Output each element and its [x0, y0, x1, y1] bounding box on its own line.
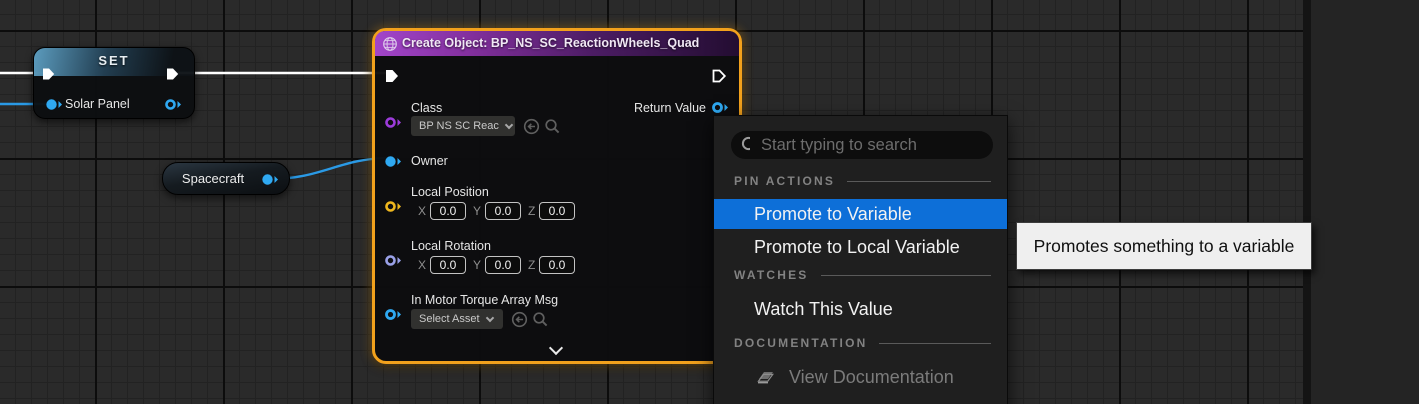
spacecraft-node-title: Spacecraft: [163, 171, 263, 186]
return-value-pin-label: Return Value: [634, 101, 706, 115]
axis-x-label: X: [418, 258, 426, 272]
exec-output-pin[interactable]: [165, 67, 180, 81]
menu-item-promote-to-variable[interactable]: Promote to Variable: [714, 199, 1007, 229]
motor-torque-msg-input-pin[interactable]: [384, 308, 402, 321]
tooltip: Promotes something to a variable: [1016, 222, 1312, 270]
section-header: PIN ACTIONS: [734, 174, 835, 188]
select-asset-dropdown[interactable]: Select Asset: [411, 309, 503, 329]
menu-search-box[interactable]: [731, 131, 993, 159]
position-y-field[interactable]: [485, 202, 521, 220]
section-pin-actions: PIN ACTIONS: [734, 174, 991, 188]
exec-input-pin[interactable]: [384, 68, 400, 84]
class-select-dropdown[interactable]: BP NS SC Reac: [411, 116, 515, 136]
solar-panel-pin-label: Solar Panel: [65, 97, 130, 111]
browse-asset-icon[interactable]: [532, 311, 549, 328]
axis-y-label: Y: [473, 204, 481, 218]
book-icon: [754, 368, 776, 386]
globe-icon: [382, 36, 398, 52]
local-position-pin-label: Local Position: [411, 185, 489, 199]
motor-torque-msg-pin-label: In Motor Torque Array Msg: [411, 293, 558, 307]
menu-item-label: View Documentation: [789, 367, 954, 388]
axis-x-label: X: [418, 204, 426, 218]
blueprint-editor: SET Solar Panel Spacecraft Create Object…: [0, 0, 1419, 404]
axis-z-label: Z: [528, 258, 535, 272]
section-divider: [847, 181, 991, 182]
use-selected-asset-icon[interactable]: [523, 118, 540, 135]
section-documentation: DOCUMENTATION: [734, 336, 991, 350]
rotation-x-field[interactable]: [430, 256, 466, 274]
section-divider: [879, 343, 991, 344]
use-selected-asset-icon[interactable]: [511, 311, 528, 328]
return-value-output-pin[interactable]: [711, 101, 729, 114]
spacecraft-variable-node[interactable]: Spacecraft: [162, 162, 290, 195]
local-rotation-input-pin[interactable]: [384, 254, 402, 267]
search-input[interactable]: [759, 135, 983, 156]
menu-item-label: Promote to Local Variable: [754, 237, 960, 258]
set-node-title: SET: [34, 53, 194, 68]
axis-z-label: Z: [528, 204, 535, 218]
solar-panel-output-pin[interactable]: [164, 98, 182, 111]
expand-node-chevron-icon[interactable]: [549, 341, 563, 355]
create-object-node[interactable]: Create Object: BP_NS_SC_ReactionWheels_Q…: [372, 28, 742, 364]
select-asset-value: Select Asset: [419, 313, 480, 325]
menu-item-label: Promote to Variable: [754, 204, 912, 225]
menu-item-watch-this-value[interactable]: Watch This Value: [714, 294, 1007, 324]
position-x-field[interactable]: [430, 202, 466, 220]
axis-y-label: Y: [473, 258, 481, 272]
chevron-down-icon: [505, 120, 513, 128]
class-select-value: BP NS SC Reac: [419, 120, 499, 132]
owner-input-pin[interactable]: [384, 155, 402, 168]
menu-item-view-documentation[interactable]: View Documentation: [714, 362, 1007, 392]
section-divider: [821, 275, 991, 276]
section-header: DOCUMENTATION: [734, 336, 867, 350]
pin-context-menu: PIN ACTIONS Promote to Variable Promote …: [713, 115, 1008, 404]
search-icon: [741, 136, 750, 154]
class-input-pin[interactable]: [384, 116, 402, 129]
exec-input-pin[interactable]: [41, 67, 56, 81]
owner-pin-label: Owner: [411, 154, 448, 168]
menu-item-label: Watch This Value: [754, 299, 893, 320]
exec-output-pin[interactable]: [711, 68, 727, 84]
tooltip-text: Promotes something to a variable: [1034, 236, 1295, 257]
spacecraft-output-pin[interactable]: [261, 173, 279, 186]
local-position-input-pin[interactable]: [384, 200, 402, 213]
set-node[interactable]: SET Solar Panel: [33, 47, 195, 119]
create-object-node-title: Create Object: BP_NS_SC_ReactionWheels_Q…: [402, 36, 699, 50]
browse-asset-icon[interactable]: [544, 118, 561, 135]
chevron-down-icon: [485, 313, 493, 321]
local-rotation-pin-label: Local Rotation: [411, 239, 491, 253]
class-pin-label: Class: [411, 101, 442, 115]
section-header: WATCHES: [734, 268, 809, 282]
position-z-field[interactable]: [539, 202, 575, 220]
rotation-y-field[interactable]: [485, 256, 521, 274]
rotation-z-field[interactable]: [539, 256, 575, 274]
menu-item-promote-to-local-variable[interactable]: Promote to Local Variable: [714, 232, 1007, 262]
section-watches: WATCHES: [734, 268, 991, 282]
solar-panel-input-pin[interactable]: [45, 98, 63, 111]
